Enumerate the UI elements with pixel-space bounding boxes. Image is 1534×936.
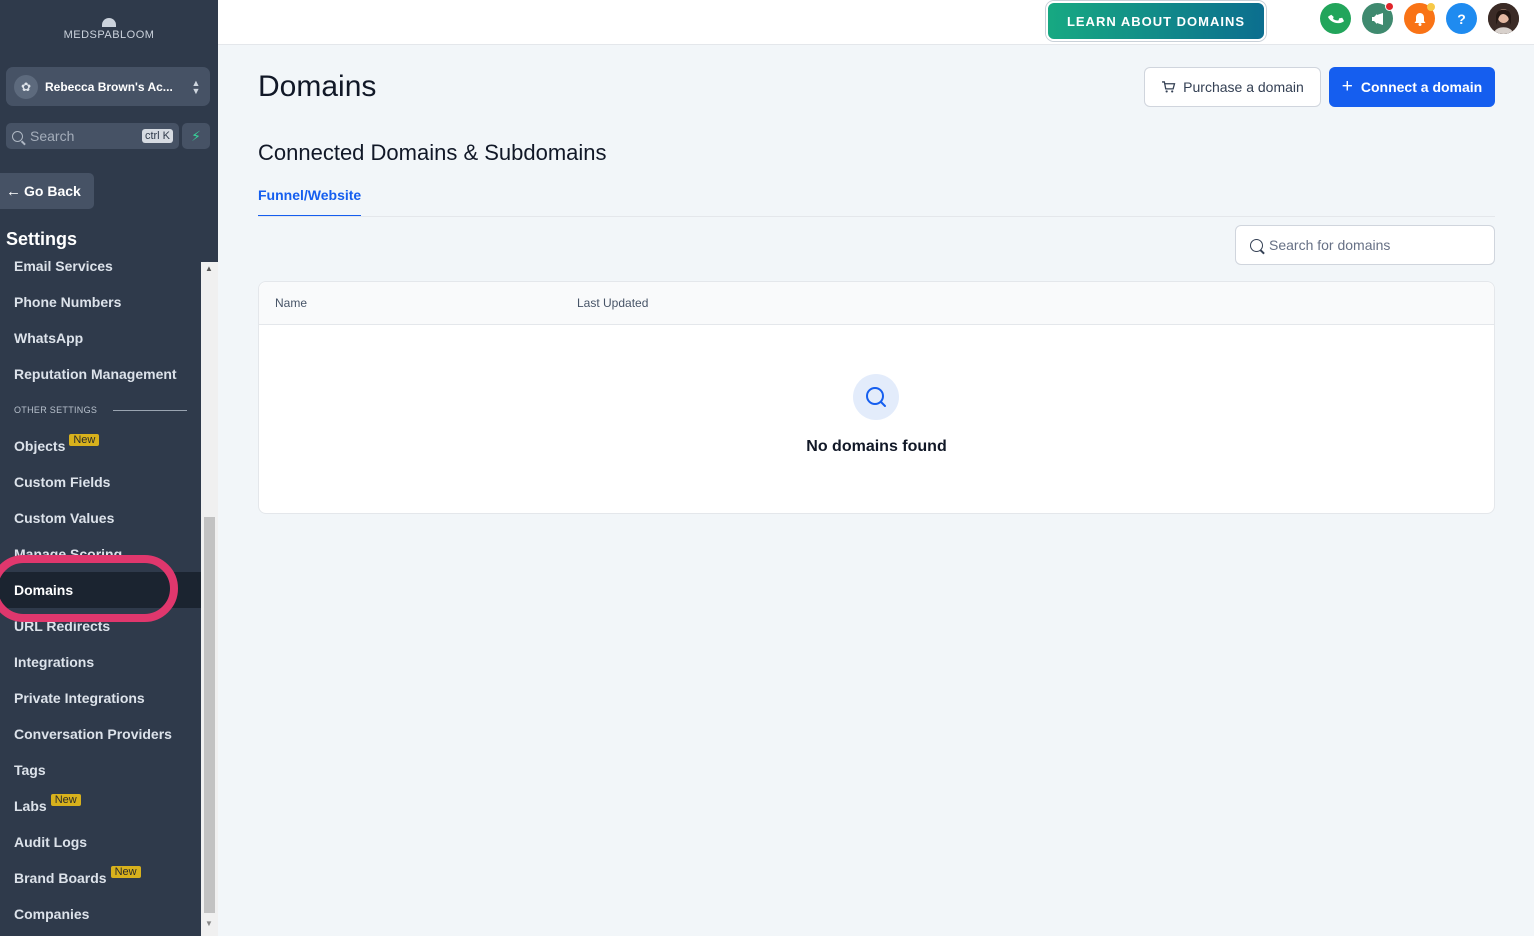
- sidebar-item-companies[interactable]: Companies: [0, 896, 201, 932]
- scroll-up-arrow-icon[interactable]: ▲: [205, 264, 213, 273]
- scroll-down-arrow-icon[interactable]: ▼: [205, 919, 213, 928]
- purchase-domain-button[interactable]: Purchase a domain: [1144, 67, 1321, 107]
- sidebar-item-label: Integrations: [14, 654, 95, 670]
- sidebar-item-whatsapp[interactable]: WhatsApp: [0, 320, 201, 356]
- sidebar-item-objects[interactable]: Objects New: [0, 428, 201, 464]
- sidebar-item-labs[interactable]: Labs New: [0, 788, 201, 824]
- purchase-domain-label: Purchase a domain: [1183, 79, 1304, 95]
- notification-dot: [1427, 3, 1435, 11]
- table-header-row: Name Last Updated: [259, 282, 1494, 325]
- sidebar-item-label: Custom Values: [14, 510, 115, 526]
- connect-domain-label: Connect a domain: [1360, 79, 1483, 95]
- notification-dot: [1385, 2, 1394, 11]
- sidebar-item-label: Companies: [14, 906, 90, 922]
- empty-search-icon: [853, 374, 899, 420]
- sidebar: MEDSPABLOOM ✿ Rebecca Brown's Ac... ▲ ▼ S…: [0, 0, 218, 936]
- sidebar-item-audit-logs[interactable]: Audit Logs: [0, 824, 201, 860]
- brand-logo[interactable]: MEDSPABLOOM: [0, 18, 218, 41]
- new-badge: New: [110, 866, 141, 878]
- sidebar-item-reputation-management[interactable]: Reputation Management: [0, 356, 201, 392]
- sidebar-item-label: Reputation Management: [14, 366, 177, 382]
- tab-funnel-website[interactable]: Funnel/Website: [258, 187, 362, 217]
- top-bar: LEARN ABOUT DOMAINS ?: [218, 0, 1534, 45]
- scrollbar-thumb[interactable]: [204, 517, 215, 913]
- highlight-annotation-ring: [0, 555, 178, 622]
- sidebar-item-integrations[interactable]: Integrations: [0, 644, 201, 680]
- section-label-text: OTHER SETTINGS: [14, 405, 98, 415]
- column-header-name[interactable]: Name: [275, 296, 307, 310]
- sidebar-item-tags[interactable]: Tags: [0, 752, 201, 788]
- cart-icon: [1162, 81, 1176, 93]
- sidebar-item-label: Brand Boards: [14, 870, 107, 886]
- sidebar-item-private-integrations[interactable]: Private Integrations: [0, 680, 201, 716]
- sidebar-item-custom-values[interactable]: Custom Values: [0, 500, 201, 536]
- sidebar-item-label: Custom Fields: [14, 474, 111, 490]
- domain-search-input[interactable]: Search for domains: [1235, 225, 1495, 265]
- megaphone-icon[interactable]: [1362, 2, 1394, 34]
- sidebar-item-label: Conversation Providers: [14, 726, 172, 742]
- plus-icon: +: [1341, 76, 1353, 97]
- learn-about-domains-button[interactable]: LEARN ABOUT DOMAINS: [1046, 1, 1266, 41]
- sidebar-item-brand-boards[interactable]: Brand Boards New: [0, 860, 201, 896]
- go-back-button[interactable]: ← Go Back: [0, 173, 94, 209]
- column-header-last-updated[interactable]: Last Updated: [577, 296, 648, 310]
- sidebar-item-label: Phone Numbers: [14, 294, 122, 310]
- user-avatar[interactable]: [1488, 3, 1519, 34]
- search-icon: [12, 130, 23, 142]
- sidebar-search-input[interactable]: Search ctrl K: [6, 123, 179, 149]
- new-badge: New: [69, 434, 100, 446]
- sidebar-scrollbar[interactable]: ▲ ▼: [201, 262, 218, 936]
- connect-domain-button[interactable]: + Connect a domain: [1329, 67, 1495, 107]
- sidebar-item-custom-fields[interactable]: Custom Fields: [0, 464, 201, 500]
- domain-search-placeholder: Search for domains: [1269, 237, 1391, 253]
- logo-text: MEDSPABLOOM: [63, 29, 155, 41]
- sidebar-item-label: Objects: [14, 438, 66, 454]
- account-avatar: ✿: [14, 74, 38, 99]
- account-switcher[interactable]: ✿ Rebecca Brown's Ac... ▲ ▼: [6, 67, 210, 106]
- empty-state-text: No domains found: [806, 438, 947, 455]
- settings-title: Settings: [6, 229, 78, 249]
- search-icon: [1250, 238, 1263, 252]
- sidebar-item-label: WhatsApp: [14, 330, 84, 346]
- sidebar-item-label: Tags: [14, 762, 46, 778]
- help-icon[interactable]: ?: [1446, 3, 1477, 34]
- sidebar-item-label: Email Services: [14, 258, 113, 274]
- logo-dome-icon: [102, 18, 116, 27]
- section-title: Connected Domains & Subdomains: [258, 140, 607, 165]
- sidebar-item-label: Private Integrations: [14, 690, 145, 706]
- arrow-left-icon: ←: [6, 182, 21, 200]
- sidebar-item-phone-numbers[interactable]: Phone Numbers: [0, 284, 201, 320]
- shortcut-hint: ctrl K: [141, 129, 173, 143]
- sidebar-item-conversation-providers[interactable]: Conversation Providers: [0, 716, 201, 752]
- quick-action-bolt-icon[interactable]: ⚡: [182, 123, 210, 149]
- go-back-label: Go Back: [24, 183, 81, 199]
- page-title: Domains: [258, 70, 377, 103]
- phone-icon[interactable]: [1320, 3, 1351, 34]
- sidebar-item-label: Audit Logs: [14, 834, 88, 850]
- sidebar-search-placeholder: Search: [30, 128, 75, 144]
- sidebar-item-label: Labs: [14, 798, 47, 814]
- new-badge: New: [50, 794, 81, 806]
- account-name: Rebecca Brown's Ac...: [45, 79, 173, 94]
- section-divider: [113, 409, 188, 411]
- other-settings-section-label: OTHER SETTINGS: [0, 392, 201, 428]
- sidebar-item-email-services[interactable]: Email Services: [0, 248, 201, 284]
- domains-table: Name Last Updated No domains found: [258, 281, 1495, 514]
- bell-icon[interactable]: [1404, 3, 1435, 34]
- tabs-divider: [258, 216, 1495, 217]
- chevron-up-down-icon: ▲ ▼: [191, 77, 201, 96]
